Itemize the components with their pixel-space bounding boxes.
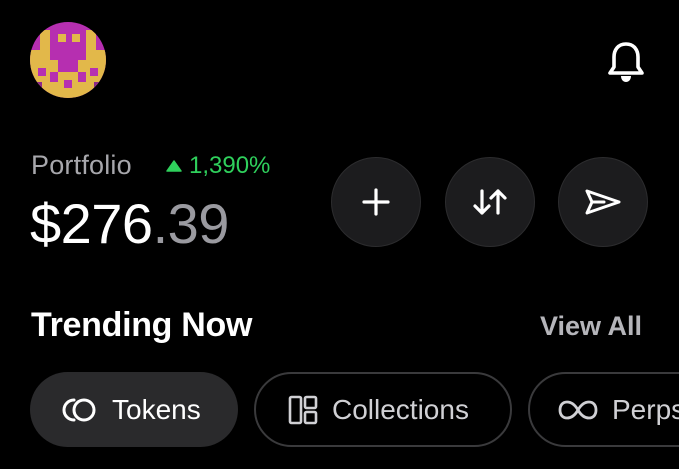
- send-button[interactable]: [558, 157, 648, 247]
- plus-icon: [362, 188, 390, 216]
- portfolio-label: Portfolio: [31, 150, 132, 180]
- view-all-link[interactable]: View All: [540, 311, 642, 342]
- tab-tokens[interactable]: Tokens: [30, 372, 238, 447]
- notifications-button[interactable]: [606, 40, 646, 84]
- add-button[interactable]: [331, 157, 421, 247]
- wallet-home-screen: Portfolio 1,390% $276.39 Trending Now Vi…: [0, 0, 679, 469]
- collections-icon: [288, 395, 318, 425]
- swap-arrows-icon: [473, 189, 507, 215]
- send-icon: [585, 189, 621, 215]
- triangle-up-icon: [166, 160, 182, 172]
- tab-perps-label: Perps: [612, 393, 679, 425]
- balance-whole: $276: [30, 192, 153, 255]
- bell-icon: [608, 42, 644, 82]
- tab-tokens-label: Tokens: [112, 393, 201, 425]
- avatar[interactable]: [30, 22, 106, 98]
- portfolio-change: 1,390%: [166, 152, 270, 180]
- portfolio-change-value: 1,390%: [189, 152, 271, 179]
- swap-button[interactable]: [445, 157, 535, 247]
- trending-title: Trending Now: [31, 306, 253, 344]
- tokens-icon: [62, 396, 98, 424]
- tab-collections[interactable]: Collections: [254, 372, 512, 447]
- tab-collections-label: Collections: [332, 393, 469, 425]
- tab-perps[interactable]: Perps: [528, 372, 679, 447]
- pixel-art-avatar-icon: [30, 22, 106, 98]
- infinity-icon: [558, 398, 598, 422]
- balance-cents: .39: [152, 192, 230, 255]
- portfolio-balance: $276.39: [30, 192, 229, 256]
